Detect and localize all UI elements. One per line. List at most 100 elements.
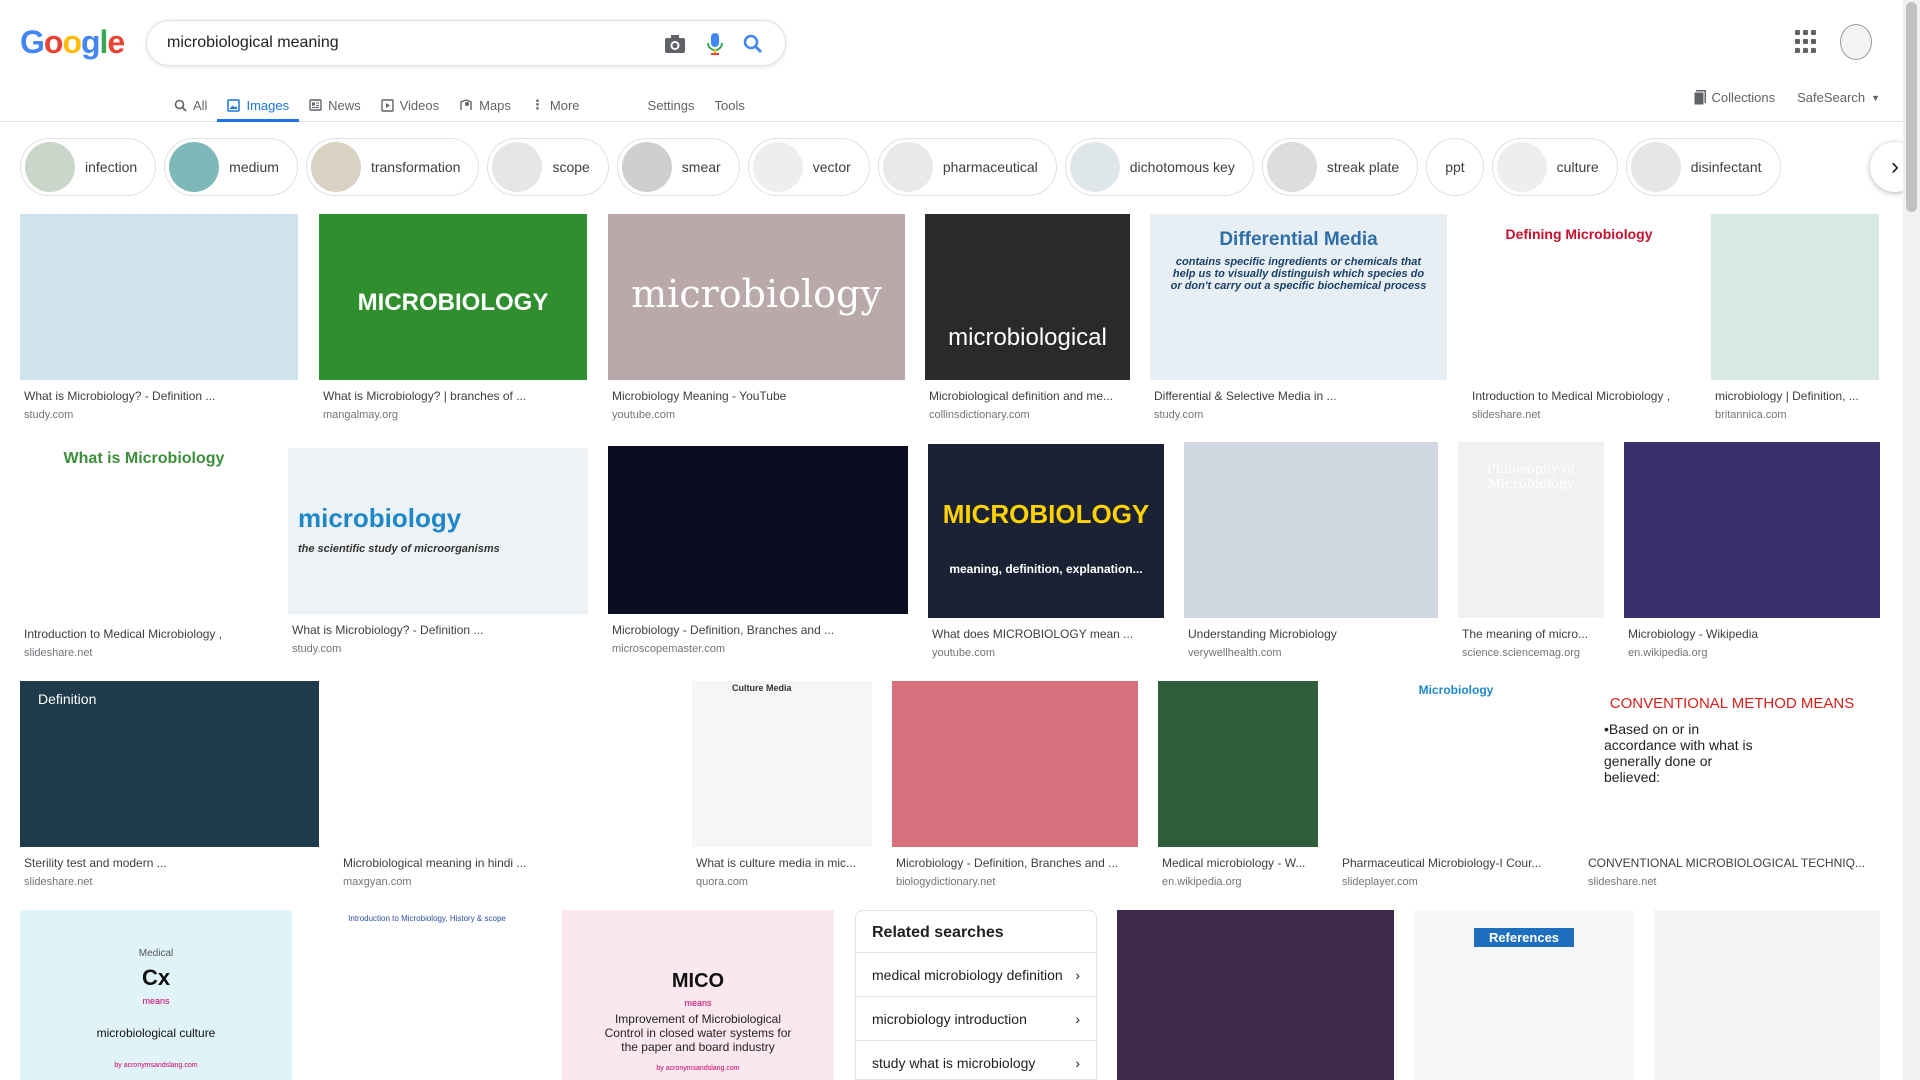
image-result[interactable]: Microbiology - Definition, Branches and … [608, 446, 908, 655]
collections-button[interactable]: Collections [1693, 90, 1775, 105]
image-result[interactable]: Microbiology - Wikipedia en.wikipedia.org [1624, 442, 1880, 659]
result-title[interactable]: Differential & Selective Media in ... [1154, 389, 1447, 403]
result-title[interactable]: CONVENTIONAL MICROBIOLOGICAL TECHNIQ... [1588, 856, 1880, 870]
google-logo[interactable]: Google [20, 24, 125, 61]
result-thumbnail[interactable]: Microbiology [1338, 681, 1574, 847]
result-title[interactable]: Microbiology Meaning - YouTube [612, 389, 905, 403]
image-result[interactable]: MICROBIOLOGY meaning, definition, explana… [928, 444, 1164, 659]
chip-streak-plate[interactable]: streak plate [1261, 138, 1419, 196]
image-result[interactable]: microbiology the scientific study of micr… [288, 448, 588, 655]
tab-all[interactable]: All [164, 88, 217, 122]
image-result[interactable]: MICO means Improvement of Microbiological … [562, 910, 834, 1080]
image-result[interactable]: Definition Sterility test and modern ... s… [20, 681, 319, 888]
result-title[interactable]: Microbiology - Definition, Branches and … [612, 623, 908, 637]
result-title[interactable]: What is Microbiology? | branches of ... [323, 389, 587, 403]
image-result[interactable] [1117, 910, 1394, 1080]
settings-link[interactable]: Settings [638, 88, 705, 122]
tab-more[interactable]: ⋮ More [521, 88, 590, 122]
image-result[interactable]: Medical Cx means microbiological culture by … [20, 910, 292, 1080]
result-title[interactable]: Microbiology - Wikipedia [1628, 627, 1880, 641]
result-thumbnail[interactable]: Culture Media [692, 681, 872, 847]
tab-videos[interactable]: Videos [371, 88, 450, 122]
image-result[interactable]: microbiology Microbiology Meaning - YouTu… [608, 214, 905, 421]
related-search-item[interactable]: medical microbiology definition › [856, 952, 1096, 996]
tab-news[interactable]: News [299, 88, 371, 122]
image-result[interactable]: Microbiology Pharmaceutical Microbiology-… [1338, 681, 1574, 888]
chip-scope[interactable]: scope [487, 138, 609, 196]
result-thumbnail[interactable]: Definition [20, 681, 319, 847]
image-result[interactable]: References [1414, 910, 1634, 1080]
camera-icon[interactable] [663, 32, 687, 56]
image-result[interactable]: microbiology | Definition, ... britannica… [1711, 214, 1879, 421]
result-title[interactable]: Microbiological meaning in hindi ... [343, 856, 672, 870]
image-result[interactable]: What is Microbiology? - Definition ... st… [20, 214, 298, 421]
image-result[interactable]: Defining Microbiology Introduction to Med… [1468, 214, 1690, 421]
result-thumbnail[interactable] [1711, 214, 1879, 380]
result-title[interactable]: Microbiological definition and me... [929, 389, 1130, 403]
result-title[interactable]: What is Microbiology? - Definition ... [24, 389, 298, 403]
result-thumbnail[interactable] [1117, 910, 1394, 1080]
search-input[interactable] [167, 33, 647, 53]
image-result[interactable]: Culture Media What is culture media in mi… [692, 681, 872, 888]
result-thumbnail[interactable] [1624, 442, 1880, 618]
result-thumbnail[interactable]: CONVENTIONAL METHOD MEANS •Based on or in… [1584, 681, 1880, 847]
avatar[interactable] [1840, 24, 1872, 60]
search-icon[interactable] [741, 32, 765, 56]
result-thumbnail[interactable]: Defining Microbiology [1468, 214, 1690, 380]
result-thumbnail[interactable]: microbiological [925, 214, 1130, 380]
result-title[interactable]: Introduction to Medical Microbiology , [24, 627, 268, 641]
result-thumbnail[interactable] [20, 214, 298, 380]
chip-medium[interactable]: medium [164, 138, 298, 196]
result-thumbnail[interactable]: References [1414, 910, 1634, 1080]
result-title[interactable]: Sterility test and modern ... [24, 856, 319, 870]
result-title[interactable]: Medical microbiology - W... [1162, 856, 1318, 870]
image-result[interactable]: CONVENTIONAL METHOD MEANS •Based on or in… [1584, 681, 1880, 888]
chip-vector[interactable]: vector [747, 138, 870, 196]
apps-icon[interactable] [1795, 30, 1819, 54]
image-result[interactable] [1654, 910, 1880, 1080]
scrollbar[interactable] [1903, 0, 1920, 1080]
image-result[interactable]: What is Microbiology Introduction to Medi… [20, 442, 268, 659]
related-search-item[interactable]: microbiology introduction › [856, 996, 1096, 1040]
result-thumbnail[interactable]: Differential Media contains specific ingr… [1150, 214, 1447, 380]
result-title[interactable]: Microbiology - Definition, Branches and … [896, 856, 1138, 870]
chip-dichotomous-key[interactable]: dichotomous key [1064, 138, 1254, 196]
result-thumbnail[interactable]: MICROBIOLOGY [319, 214, 587, 380]
result-title[interactable]: Introduction to Medical Microbiology , [1472, 389, 1690, 403]
chip-pharmaceutical[interactable]: pharmaceutical [877, 138, 1057, 196]
result-thumbnail[interactable] [1654, 910, 1880, 1080]
result-title[interactable]: Pharmaceutical Microbiology-I Cour... [1342, 856, 1574, 870]
tab-images[interactable]: Images [217, 88, 299, 122]
result-thumbnail[interactable]: microbiology [608, 214, 905, 380]
scrollbar-thumb[interactable] [1906, 2, 1917, 212]
result-title[interactable]: microbiology | Definition, ... [1715, 389, 1879, 403]
chip-ppt[interactable]: ppt [1426, 138, 1484, 196]
image-result[interactable]: Philosophy of Microbiology The meaning of… [1458, 442, 1604, 659]
result-title[interactable]: What is Microbiology? - Definition ... [292, 623, 588, 637]
related-search-item[interactable]: study what is microbiology › [856, 1040, 1096, 1079]
result-thumbnail[interactable] [608, 446, 908, 614]
result-thumbnail[interactable] [1184, 442, 1438, 618]
result-title[interactable]: The meaning of micro... [1462, 627, 1604, 641]
tab-maps[interactable]: Maps [449, 88, 521, 122]
result-thumbnail[interactable] [1158, 681, 1318, 847]
microphone-icon[interactable] [703, 32, 727, 56]
result-title[interactable]: Understanding Microbiology [1188, 627, 1438, 641]
image-result[interactable]: microbiological Microbiological definitio… [925, 214, 1130, 421]
result-thumbnail[interactable]: Medical Cx means microbiological culture by … [20, 910, 292, 1080]
result-title[interactable]: What is culture media in mic... [696, 856, 872, 870]
result-thumbnail[interactable]: microbiology the scientific study of micr… [288, 448, 588, 614]
chip-culture[interactable]: culture [1491, 138, 1618, 196]
safesearch-button[interactable]: SafeSearch ▼ [1797, 90, 1880, 105]
chip-transformation[interactable]: transformation [305, 138, 480, 196]
tools-link[interactable]: Tools [705, 88, 755, 122]
image-result[interactable]: MICROBIOLOGY What is Microbiology? | bran… [319, 214, 587, 421]
chip-smear[interactable]: smear [616, 138, 740, 196]
result-thumbnail[interactable]: Introduction to Microbiology, History & … [312, 910, 542, 1080]
result-thumbnail[interactable] [339, 681, 672, 847]
image-result[interactable]: Microbiology - Definition, Branches and … [892, 681, 1138, 888]
result-thumbnail[interactable] [892, 681, 1138, 847]
result-title[interactable]: What does MICROBIOLOGY mean ... [932, 627, 1164, 641]
chip-disinfectant[interactable]: disinfectant [1625, 138, 1781, 196]
image-result[interactable]: Microbiological meaning in hindi ... maxg… [339, 681, 672, 888]
